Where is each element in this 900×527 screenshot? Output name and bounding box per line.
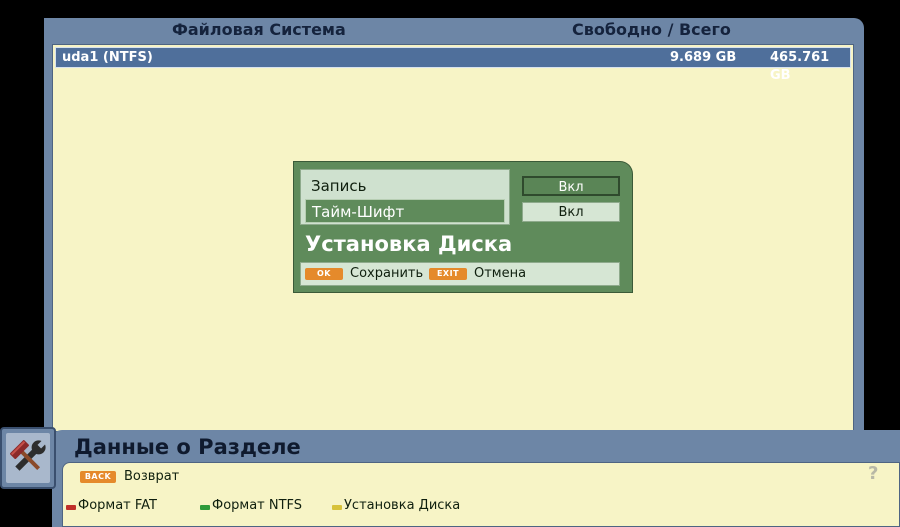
exit-key-badge[interactable]: EXIT xyxy=(429,268,467,280)
format-ntfs-action[interactable]: Формат NTFS xyxy=(212,498,302,514)
option-timeshift-label[interactable]: Тайм-Шифт xyxy=(305,199,505,223)
back-key-badge[interactable]: BACK xyxy=(80,471,116,483)
help-icon[interactable]: ? xyxy=(868,464,878,484)
screen: Файловая Система Свободно / Всего uda1 (… xyxy=(0,0,900,527)
option-record-label[interactable]: Запись xyxy=(305,174,505,198)
free-total-column-header: Свободно / Всего xyxy=(572,20,731,39)
yellow-key-icon xyxy=(332,505,342,510)
drive-row-selected[interactable]: uda1 (NTFS) 9.689 GB 465.761 GB xyxy=(55,47,851,83)
tools-icon-bg xyxy=(6,433,50,483)
partition-info-panel xyxy=(62,462,900,527)
dialog-title: Установка Диска xyxy=(305,232,513,256)
ok-key-badge[interactable]: OK xyxy=(305,268,343,280)
green-key-icon xyxy=(200,505,210,510)
save-label: Сохранить xyxy=(350,266,424,281)
tools-tile xyxy=(0,427,56,489)
format-fat-action[interactable]: Формат FAT xyxy=(78,498,157,514)
drive-name: uda1 (NTFS) xyxy=(62,50,153,65)
red-key-icon xyxy=(66,505,76,510)
back-label: Возврат xyxy=(124,469,180,484)
tools-icon xyxy=(10,439,47,471)
option-timeshift-value[interactable]: Вкл xyxy=(522,202,620,222)
option-record-value[interactable]: Вкл xyxy=(522,176,620,196)
drive-total-space: 465.761 GB xyxy=(770,50,830,83)
cancel-label: Отмена xyxy=(474,266,527,281)
partition-info-title: Данные о Разделе xyxy=(74,435,301,459)
filesystem-column-header: Файловая Система xyxy=(172,20,346,39)
drive-free-space: 9.689 GB xyxy=(670,50,737,65)
disk-setup-action[interactable]: Установка Диска xyxy=(344,498,460,514)
